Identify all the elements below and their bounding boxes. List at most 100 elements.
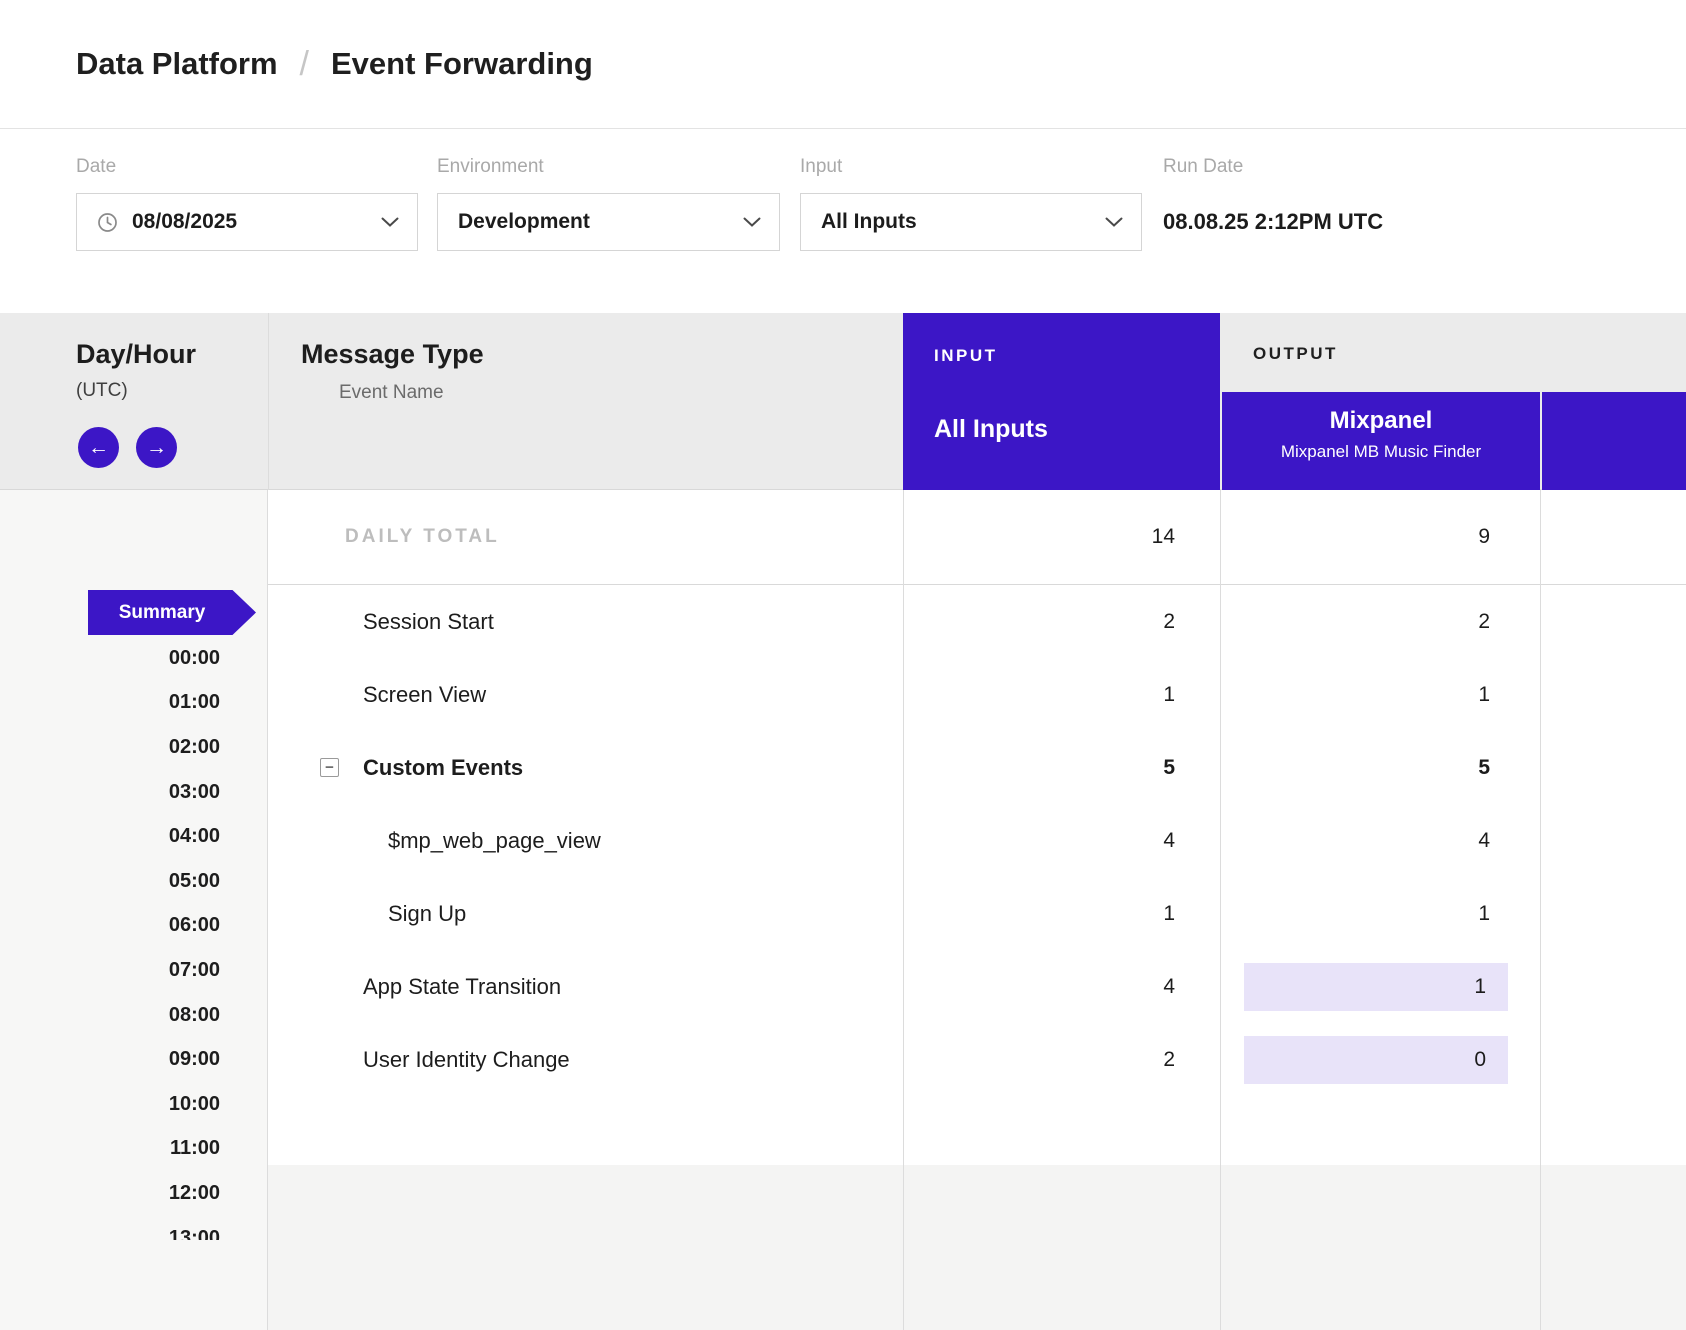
- grid-footer: [268, 1165, 1686, 1330]
- output-count: 5: [1220, 756, 1540, 780]
- date-dropdown[interactable]: 08/08/2025: [76, 193, 418, 251]
- breadcrumb-section[interactable]: Data Platform: [76, 46, 278, 82]
- input-count: 4: [903, 975, 1220, 999]
- environment-dropdown[interactable]: Development: [437, 193, 780, 251]
- event-name: User Identity Change: [268, 1047, 903, 1073]
- chevron-down-icon: [743, 217, 761, 228]
- event-name-subtitle: Event Name: [339, 382, 444, 404]
- input-eyebrow: INPUT: [934, 346, 998, 366]
- event-name-label: App State Transition: [363, 974, 561, 1000]
- summary-row-selector[interactable]: Summary: [88, 590, 256, 635]
- input-count: 1: [903, 683, 1220, 707]
- run-date: Run Date 08.08.25 2:12PM UTC: [1163, 156, 1383, 251]
- input-count: 5: [903, 756, 1220, 780]
- day-pager: ← →: [78, 427, 177, 468]
- filter-bar: Date 08/08/2025 Environment Development: [0, 129, 1686, 313]
- environment-filter-label: Environment: [437, 156, 780, 178]
- grid-header: Day/Hour (UTC) ← → Message Type Event Na…: [0, 313, 1686, 490]
- day-hour-title: Day/Hour: [76, 339, 196, 370]
- run-date-label: Run Date: [1163, 156, 1383, 178]
- table-row: Sign Up 1 1: [268, 877, 1686, 950]
- table-row: User Identity Change 2 0: [268, 1023, 1686, 1096]
- hour-item[interactable]: 05:00: [0, 859, 220, 904]
- event-name-label: Screen View: [363, 682, 486, 708]
- hour-item[interactable]: 09:00: [0, 1037, 220, 1082]
- hour-item[interactable]: 07:00: [0, 948, 220, 993]
- hour-item[interactable]: 06:00: [0, 904, 220, 949]
- hour-item[interactable]: 00:00: [0, 636, 220, 681]
- event-name: Screen View: [268, 682, 903, 708]
- input-count: 1: [903, 902, 1220, 926]
- previous-day-button[interactable]: ←: [78, 427, 119, 468]
- hour-item[interactable]: 03:00: [0, 770, 220, 815]
- top-bar: Data Platform / Event Forwarding: [0, 0, 1686, 129]
- daily-total-label: DAILY TOTAL: [268, 526, 903, 548]
- date-filter-label: Date: [76, 156, 418, 178]
- hour-item[interactable]: 10:00: [0, 1082, 220, 1127]
- environment-filter: Environment Development: [437, 156, 780, 251]
- hour-item[interactable]: 12:00: [0, 1171, 220, 1216]
- hour-item[interactable]: 08:00: [0, 993, 220, 1038]
- event-name: Sign Up: [268, 901, 903, 927]
- chevron-down-icon: [381, 217, 399, 228]
- daily-total-input-value: 14: [903, 525, 1220, 549]
- event-forwarding-page: Data Platform / Event Forwarding Date 08…: [0, 0, 1686, 1330]
- table-row: − Custom Events 5 5: [268, 731, 1686, 804]
- hour-item[interactable]: 11:00: [0, 1127, 220, 1172]
- input-value: All Inputs: [821, 210, 917, 234]
- message-type-header: Message Type Event Name: [268, 313, 903, 490]
- breadcrumb: Data Platform / Event Forwarding: [76, 0, 593, 128]
- output-column-header-mixpanel[interactable]: Mixpanel Mixpanel MB Music Finder: [1222, 392, 1540, 490]
- run-date-value: 08.08.25 2:12PM UTC: [1163, 193, 1383, 251]
- input-column-header[interactable]: INPUT All Inputs: [903, 313, 1220, 490]
- hour-item[interactable]: 02:00: [0, 725, 220, 770]
- event-rows: Session Start 2 2 Screen View 1 1 − Cust…: [268, 585, 1686, 1096]
- event-name-label: $mp_web_page_view: [388, 828, 601, 854]
- event-name: App State Transition: [268, 974, 903, 1000]
- hour-item[interactable]: 13:00: [0, 1216, 220, 1240]
- output-count-cell: 0: [1220, 1036, 1540, 1084]
- hour-column: Summary 00:00 01:00 02:00 03:00 04:00 05…: [0, 490, 268, 1330]
- breadcrumb-separator: /: [300, 45, 309, 84]
- output-count-cell: 1: [1220, 963, 1540, 1011]
- output-column-header-partial: [1542, 392, 1686, 490]
- input-column-title: All Inputs: [934, 415, 1048, 444]
- grid-body: Summary 00:00 01:00 02:00 03:00 04:00 05…: [0, 490, 1686, 1330]
- day-hour-subtitle: (UTC): [76, 380, 128, 402]
- output-count: 2: [1220, 610, 1540, 634]
- next-day-button[interactable]: →: [136, 427, 177, 468]
- event-name-label: Session Start: [363, 609, 494, 635]
- hour-item[interactable]: 01:00: [0, 681, 220, 726]
- table-row: App State Transition 4 1: [268, 950, 1686, 1023]
- output-count: 4: [1220, 829, 1540, 853]
- output-count: 1: [1220, 902, 1540, 926]
- daily-total-row: DAILY TOTAL 14 9: [268, 490, 1686, 585]
- input-filter-label: Input: [800, 156, 1142, 178]
- chevron-down-icon: [1105, 217, 1123, 228]
- event-name-label: User Identity Change: [363, 1047, 570, 1073]
- daily-total-output-value: 9: [1220, 525, 1540, 549]
- message-type-title: Message Type: [301, 339, 484, 370]
- environment-value: Development: [458, 210, 590, 234]
- highlighted-output-count: 0: [1244, 1036, 1508, 1084]
- input-filter: Input All Inputs: [800, 156, 1142, 251]
- event-name: $mp_web_page_view: [268, 828, 903, 854]
- table-row: Screen View 1 1: [268, 658, 1686, 731]
- event-name: Session Start: [268, 609, 903, 635]
- input-dropdown[interactable]: All Inputs: [800, 193, 1142, 251]
- event-group-name: − Custom Events: [268, 755, 903, 781]
- table-row: $mp_web_page_view 4 4: [268, 804, 1686, 877]
- collapse-icon[interactable]: −: [320, 758, 339, 777]
- date-filter: Date 08/08/2025: [76, 156, 418, 251]
- input-count: 2: [903, 610, 1220, 634]
- mixpanel-connection-title: Mixpanel: [1222, 407, 1540, 435]
- output-count: 1: [1220, 683, 1540, 707]
- breadcrumb-page: Event Forwarding: [331, 46, 593, 82]
- date-value: 08/08/2025: [132, 210, 237, 234]
- output-eyebrow: OUTPUT: [1253, 344, 1338, 364]
- input-count: 4: [903, 829, 1220, 853]
- event-name-label: Custom Events: [363, 755, 523, 781]
- mixpanel-connection-subtitle: Mixpanel MB Music Finder: [1222, 442, 1540, 462]
- hour-item[interactable]: 04:00: [0, 814, 220, 859]
- clock-icon: [97, 212, 118, 233]
